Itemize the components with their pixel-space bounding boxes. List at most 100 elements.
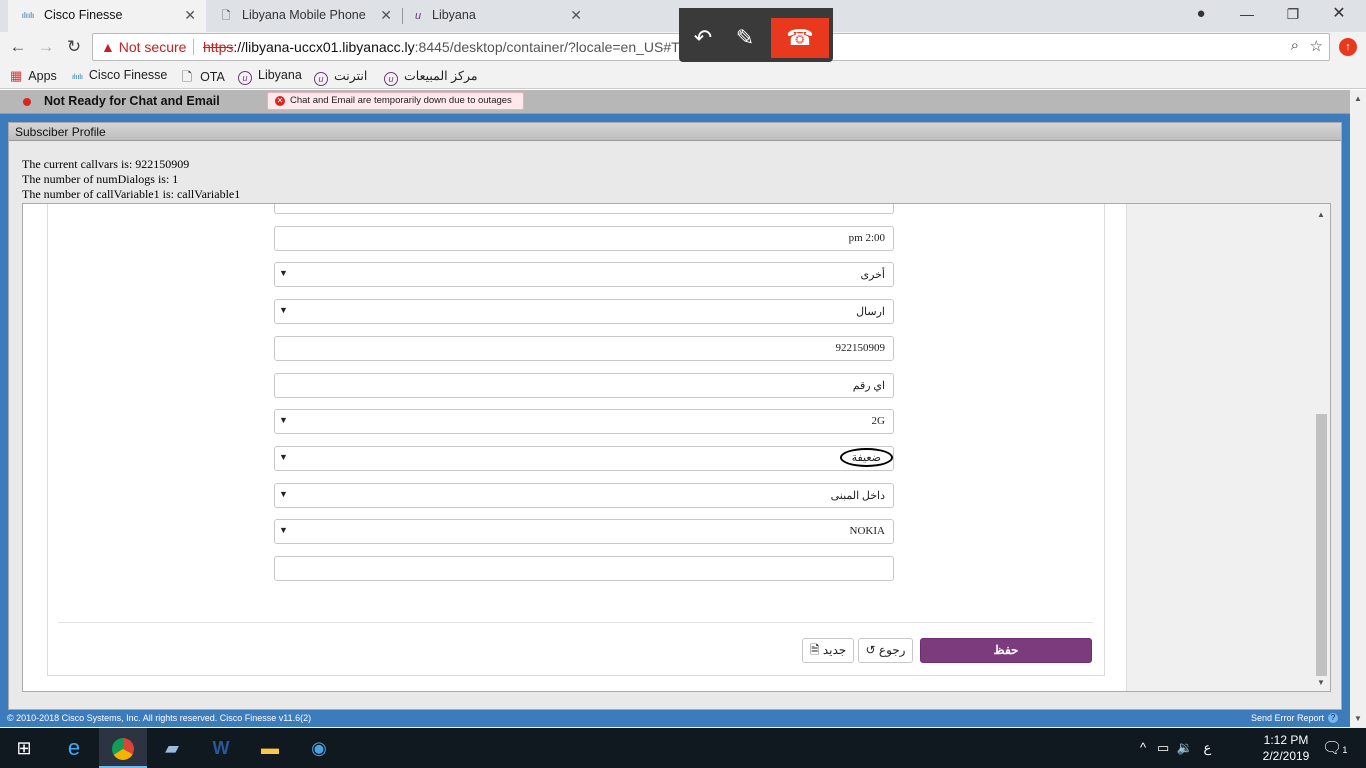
subscriber-profile-gadget: Subsciber Profile The current callvars i…: [8, 122, 1342, 710]
dropdown-caret-icon[interactable]: ▼: [279, 489, 288, 499]
remote-app-icon[interactable]: ◉: [295, 728, 343, 768]
tab-close-icon[interactable]: ✕: [380, 0, 392, 30]
chevron-up-icon[interactable]: ^: [1140, 740, 1146, 755]
field-value: 01/31/2019: [835, 204, 885, 207]
send-error-report-link[interactable]: Send Error Report: [1251, 710, 1324, 726]
frame-scrollbar[interactable]: ▲ ▼: [1314, 204, 1330, 691]
scrollbar-thumb[interactable]: [1316, 414, 1327, 676]
profile-icon[interactable]: ●: [1178, 0, 1224, 30]
field-value: داخل المبنى: [830, 490, 885, 502]
call-control-bar: ↶ ✎ ☎: [679, 8, 833, 62]
bookmark-libyana[interactable]: u Libyana: [238, 68, 302, 85]
bookmark-cisco-finesse[interactable]: ılıılı Cisco Finesse: [72, 68, 167, 82]
tab-title: Libyana: [432, 8, 476, 22]
field-select[interactable]: أخرى ▼: [274, 262, 894, 287]
url-scheme: https: [203, 39, 234, 55]
file-explorer-icon[interactable]: ▬: [246, 728, 294, 768]
update-icon[interactable]: ↑: [1339, 38, 1357, 56]
undo-icon: ↺: [865, 643, 876, 657]
libyana-icon: u: [414, 10, 422, 22]
cisco-icon: ılıılı: [21, 11, 35, 20]
field-input[interactable]: 2:00 pm: [274, 226, 894, 251]
dropdown-caret-icon[interactable]: ▼: [279, 268, 288, 278]
chrome-icon[interactable]: [99, 728, 147, 768]
scroll-up-icon[interactable]: ▲: [1317, 210, 1325, 219]
field-input[interactable]: 922150909: [274, 336, 894, 361]
bookmarks-bar: ▦ Apps ılıılı Cisco Finesse 🗋 OTA u Libyana …: [0, 62, 1366, 89]
field-select[interactable]: ارسال ▼: [274, 299, 894, 324]
bookmark-label: Libyana: [258, 68, 302, 82]
clock-time: 1:12 PM: [1263, 733, 1309, 747]
bookmark-internet[interactable]: u انترنت: [314, 68, 367, 86]
field-select[interactable]: ضعيفة ▼: [274, 446, 894, 471]
field-select[interactable]: NOKIA ▼: [274, 519, 894, 544]
field-input[interactable]: اي رقم: [274, 373, 894, 398]
field-value: NOKIA: [849, 525, 885, 537]
scroll-down-icon[interactable]: ▼: [1354, 714, 1362, 723]
apps-grid-icon: ▦: [10, 68, 23, 83]
tab-close-icon[interactable]: ✕: [570, 0, 582, 30]
dropdown-caret-icon[interactable]: ▼: [279, 452, 288, 462]
tab-libyana-mobile-phone[interactable]: 🗋 Libyana Mobile Phone ✕: [206, 0, 402, 32]
outage-message: Chat and Email are temporarily down due …: [290, 95, 512, 106]
input-language[interactable]: ع: [1204, 740, 1212, 755]
field-select[interactable]: 2G ▼: [274, 409, 894, 434]
windows-taskbar: ⊞ e ▰ W ▬ ◉ ^ ▭ 🔉 ع 1:12 PM 2/2/2019 🗨1: [0, 728, 1366, 768]
field-value: اي رقم: [852, 380, 885, 392]
new-button[interactable]: 🗎 جديد: [802, 638, 854, 663]
not-secure-label: Not secure: [118, 39, 187, 55]
restore-icon[interactable]: ❐: [1270, 0, 1316, 30]
scroll-up-icon[interactable]: ▲: [1354, 94, 1362, 103]
dropdown-caret-icon[interactable]: ▼: [279, 525, 288, 535]
page-scrollbar[interactable]: ▲ ▼: [1350, 90, 1366, 728]
tab-close-icon[interactable]: ✕: [184, 0, 196, 30]
reload-icon[interactable]: ↻: [62, 36, 86, 58]
windows-start-icon[interactable]: ⊞: [0, 728, 48, 768]
phone-hangup-icon: ☎: [786, 25, 814, 50]
close-window-icon[interactable]: ✕: [1316, 0, 1362, 30]
tab-cisco-finesse[interactable]: ılıılı Cisco Finesse ✕: [8, 0, 206, 32]
internet-explorer-icon[interactable]: e: [50, 728, 98, 768]
tab-title: Libyana Mobile Phone: [242, 8, 366, 22]
save-button[interactable]: حفظ: [920, 638, 1092, 663]
word-icon[interactable]: W: [197, 728, 245, 768]
libyana-icon: u: [238, 71, 252, 85]
zoom-icon[interactable]: ⌕: [1291, 37, 1299, 54]
bookmark-star-icon[interactable]: ☆: [1310, 37, 1323, 55]
outage-banner: ✕ Chat and Email are temporarily down du…: [267, 92, 524, 110]
bookmark-sales-center[interactable]: u مركز المبيعات: [384, 68, 478, 86]
bookmark-label: مركز المبيعات: [404, 69, 478, 83]
forward-arrow-icon[interactable]: →: [34, 36, 58, 58]
dropdown-caret-icon[interactable]: ▼: [279, 415, 288, 425]
callvar-line: The number of numDialogs is: 1: [22, 172, 179, 186]
hangup-button[interactable]: ☎: [771, 18, 829, 58]
url-divider: [193, 39, 194, 55]
field-input[interactable]: 01/31/2019: [274, 204, 894, 214]
taskbar-clock[interactable]: 1:12 PM 2/2/2019: [1258, 732, 1314, 764]
cisco-icon: ılıılı: [72, 74, 83, 81]
ticket-form: تاريخ01/31/2019وقت المشكلة2:00 pmالرسالة…: [47, 204, 1105, 676]
mute-mic-icon[interactable]: ✎: [725, 18, 765, 58]
finesse-footer: © 2010-2018 Cisco Systems, Inc. All righ…: [0, 710, 1350, 727]
callvar-line: The current callvars is: 922150909: [22, 157, 190, 171]
notifications-icon[interactable]: 🗨1: [1322, 738, 1347, 758]
bookmark-apps[interactable]: ▦ Apps: [10, 68, 57, 84]
agent-status-text[interactable]: Not Ready for Chat and Email: [44, 94, 220, 108]
back-button[interactable]: ↺ رجوع: [858, 638, 913, 663]
not-secure-indicator[interactable]: ▲ Not secure: [101, 39, 186, 55]
app-icon[interactable]: ▰: [148, 728, 196, 768]
field-select[interactable]: داخل المبنى ▼: [274, 483, 894, 508]
back-arrow-icon[interactable]: ←: [6, 36, 30, 58]
tab-libyana[interactable]: u Libyana ✕: [402, 0, 592, 32]
field-value: 2G: [871, 415, 885, 427]
scroll-down-icon[interactable]: ▼: [1317, 678, 1325, 687]
help-icon[interactable]: ?: [1328, 713, 1338, 723]
network-icon[interactable]: ▭: [1157, 740, 1169, 755]
copyright-text: © 2010-2018 Cisco Systems, Inc. All righ…: [7, 713, 312, 723]
minimize-icon[interactable]: —: [1224, 0, 1270, 30]
volume-icon[interactable]: 🔉: [1176, 740, 1192, 755]
bookmark-ota[interactable]: 🗋 OTA: [182, 68, 225, 89]
field-input[interactable]: [274, 556, 894, 581]
undo-arrow-icon[interactable]: ↶: [683, 18, 723, 58]
dropdown-caret-icon[interactable]: ▼: [279, 305, 288, 315]
